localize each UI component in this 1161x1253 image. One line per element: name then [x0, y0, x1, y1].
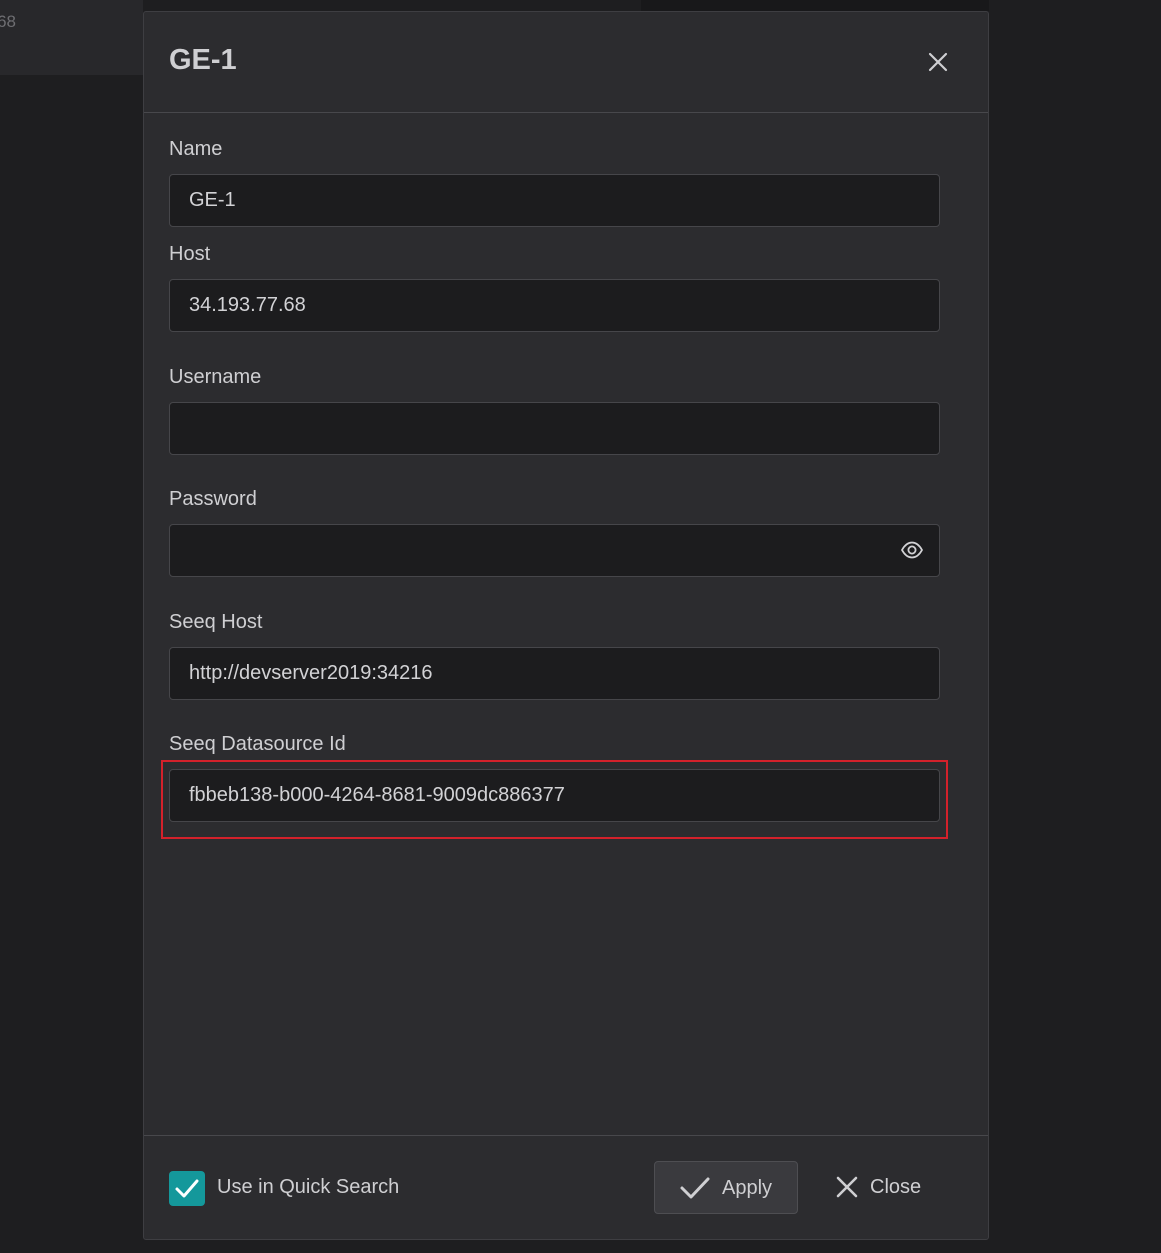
host-input[interactable]: [169, 279, 940, 332]
seeq-datasource-id-label: Seeq Datasource Id: [169, 733, 346, 755]
apply-label: Apply: [722, 1177, 773, 1199]
host-label: Host: [169, 243, 211, 265]
close-icon: [836, 1176, 858, 1198]
checkmark-icon: [175, 1179, 199, 1198]
name-label: Name: [169, 138, 223, 160]
dialog-header: GE-1: [144, 12, 988, 113]
checkmark-icon: [680, 1177, 710, 1199]
seeq-datasource-id-input[interactable]: [169, 769, 940, 822]
username-label: Username: [169, 366, 262, 388]
quick-search-checkbox[interactable]: [169, 1171, 205, 1206]
close-button[interactable]: Close: [824, 1161, 940, 1214]
close-icon[interactable]: [926, 50, 950, 74]
seeq-host-input[interactable]: [169, 647, 940, 700]
password-input[interactable]: [169, 524, 940, 577]
background-panel-text: 68: [0, 12, 16, 31]
apply-button[interactable]: Apply: [654, 1161, 798, 1214]
dialog-title: GE-1: [169, 44, 237, 76]
name-input[interactable]: [169, 174, 940, 227]
password-label: Password: [169, 488, 257, 510]
edit-connection-dialog: GE-1 Name Host Username Password Seeq Ho…: [143, 11, 989, 1240]
quick-search-label[interactable]: Use in Quick Search: [217, 1176, 399, 1199]
seeq-host-label: Seeq Host: [169, 611, 263, 633]
eye-icon[interactable]: [900, 540, 924, 560]
username-input[interactable]: [169, 402, 940, 455]
close-label: Close: [870, 1176, 922, 1198]
background-panel: 68: [0, 0, 143, 75]
background-top-strip: [641, 0, 989, 11]
dialog-footer: Use in Quick Search Apply Close: [144, 1135, 988, 1239]
